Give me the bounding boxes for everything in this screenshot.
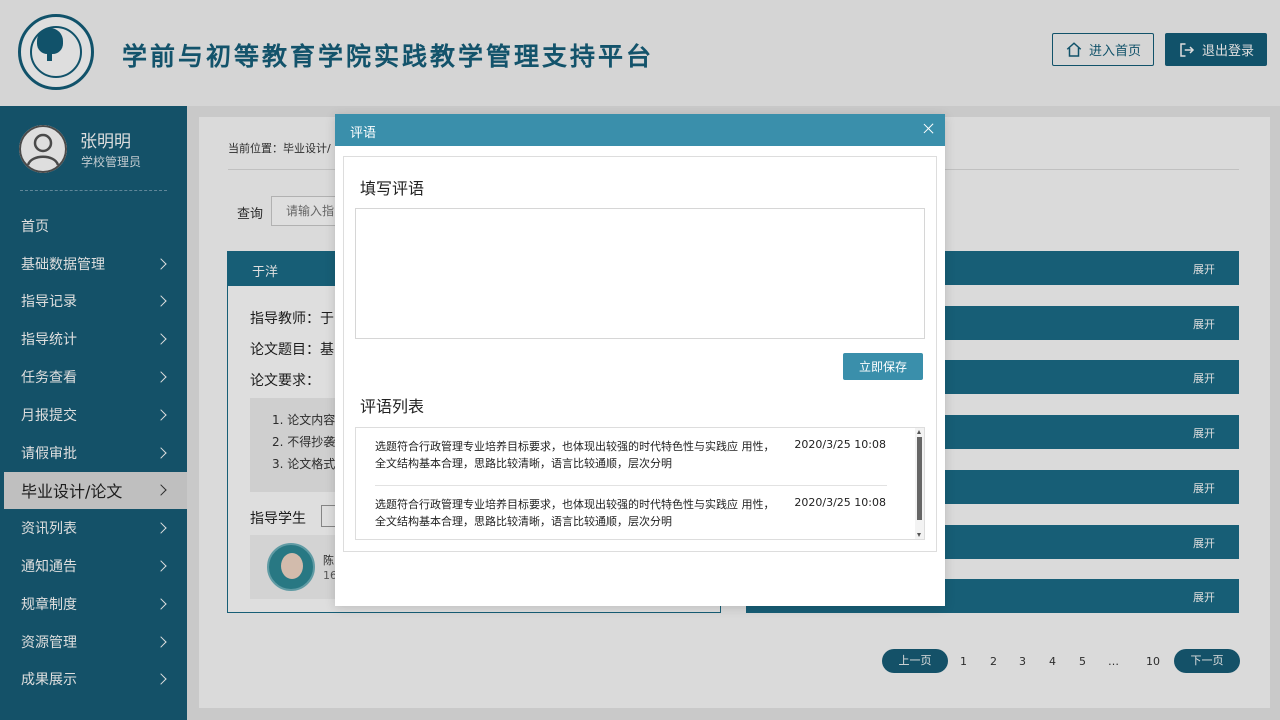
- comment-item: 选题符合行政管理专业培养目标要求，也体现出较强的时代特色性与实践应 用性，全文结…: [356, 486, 908, 539]
- scroll-up-icon[interactable]: [917, 430, 921, 434]
- comment-textarea[interactable]: [355, 208, 925, 339]
- comment-list: 选题符合行政管理专业培养目标要求，也体现出较强的时代特色性与实践应 用性，全文结…: [355, 427, 925, 540]
- write-comment-title: 填写评语: [360, 179, 425, 198]
- comment-text: 选题符合行政管理专业培养目标要求，也体现出较强的时代特色性与实践应 用性，全文结…: [375, 440, 775, 470]
- scroll-down-icon[interactable]: [917, 533, 921, 537]
- save-button[interactable]: 立即保存: [843, 353, 923, 380]
- comment-item: 选题符合行政管理专业培养目标要求，也体现出较强的时代特色性与实践应 用性，全文结…: [356, 428, 908, 486]
- comment-list-title: 评语列表: [360, 397, 425, 416]
- close-icon[interactable]: [921, 121, 937, 137]
- comment-time: 2020/3/25 10:08: [794, 438, 886, 451]
- comment-text: 选题符合行政管理专业培养目标要求，也体现出较强的时代特色性与实践应 用性，全文结…: [375, 498, 775, 528]
- comment-modal: 评语 填写评语 立即保存 评语列表 选题符合行政管理专业培养目标要求，也体现出较…: [335, 114, 945, 606]
- modal-body: 填写评语 立即保存 评语列表 选题符合行政管理专业培养目标要求，也体现出较强的时…: [343, 156, 937, 552]
- modal-header: 评语: [335, 114, 945, 146]
- scrollbar[interactable]: [915, 428, 924, 539]
- comment-time: 2020/3/25 10:08: [794, 496, 886, 509]
- modal-title: 评语: [350, 126, 377, 141]
- scrollbar-thumb[interactable]: [917, 437, 922, 520]
